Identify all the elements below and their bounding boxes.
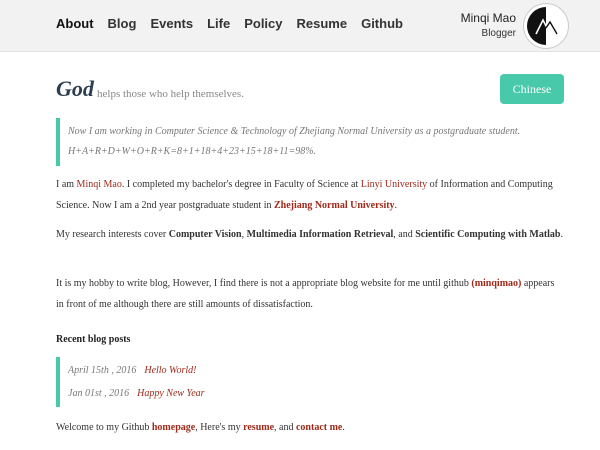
quote-line-1: Now I am working in Computer Science & T… — [68, 126, 521, 137]
research-text: . — [560, 229, 564, 240]
motto-row: God helps those who help themselves. Chi… — [56, 74, 564, 106]
research-matlab: Scientific Computing with Matlab — [415, 229, 561, 240]
profile-text: Minqi Mao Blogger — [461, 10, 516, 42]
intro-quote: Now I am working in Computer Science & T… — [56, 118, 564, 166]
research-paragraph: My research interests cover Computer Vis… — [56, 224, 564, 245]
welcome-line: Welcome to my Github homepage, Here's my… — [56, 417, 564, 438]
list-item: April 15th , 2016 Hello World! — [68, 359, 564, 382]
welcome-text: . — [342, 422, 345, 433]
post-date: April 15th , 2016 — [68, 365, 137, 376]
avatar-logo-icon — [527, 7, 565, 45]
homepage-link[interactable]: homepage — [152, 422, 195, 433]
post-link[interactable]: Happy New Year — [137, 388, 204, 399]
nav-events[interactable]: Events — [150, 16, 193, 31]
profile[interactable]: Minqi Mao Blogger — [461, 4, 568, 48]
welcome-text: , and — [274, 422, 296, 433]
motto-text: helps those who help themselves. — [97, 88, 244, 100]
nav-resume[interactable]: Resume — [297, 16, 348, 31]
bio-text: I am — [56, 179, 77, 190]
contact-link[interactable]: contact me — [296, 422, 342, 433]
research-text: My research interests cover — [56, 229, 169, 240]
recent-posts-list: April 15th , 2016 Hello World! Jan 01st ,… — [56, 357, 564, 407]
bio-text: . I completed my bachelor's degree in Fa… — [121, 179, 361, 190]
hobby-text: It is my hobby to write blog, However, I… — [56, 278, 472, 289]
top-navbar: About Blog Events Life Policy Resume Git… — [0, 0, 600, 52]
bio-paragraph: I am Minqi Mao. I completed my bachelor'… — [56, 174, 564, 216]
post-link[interactable]: Hello World! — [144, 365, 196, 376]
profile-role: Blogger — [481, 28, 516, 39]
chinese-language-button[interactable]: Chinese — [500, 74, 564, 104]
nav-policy[interactable]: Policy — [244, 16, 282, 31]
linyi-university-link[interactable]: Linyi University — [361, 179, 427, 190]
github-minqimao-link[interactable]: (minqimao) — [471, 278, 521, 289]
hobby-paragraph: It is my hobby to write blog, However, I… — [56, 273, 564, 315]
recent-posts-heading: Recent blog posts — [56, 334, 131, 345]
motto-god: God — [56, 76, 94, 101]
research-text: , and — [393, 229, 416, 240]
nav-life[interactable]: Life — [207, 16, 230, 31]
welcome-text: Welcome to my Github — [56, 422, 152, 433]
post-date: Jan 01st , 2016 — [68, 388, 130, 399]
list-item: Jan 01st , 2016 Happy New Year — [68, 382, 564, 405]
nav-about[interactable]: About — [56, 16, 94, 31]
welcome-text: , Here's my — [195, 422, 244, 433]
research-cv: Computer Vision — [168, 229, 242, 240]
main-nav: About Blog Events Life Policy Resume Git… — [56, 16, 403, 31]
zjnu-link[interactable]: Zhejiang Normal University — [274, 200, 395, 211]
resume-link[interactable]: resume — [243, 422, 274, 433]
quote-line-2: H+A+R+D+W+O+R+K=8+1+18+4+23+15+18+11=98%… — [68, 146, 317, 157]
avatar[interactable] — [524, 4, 568, 48]
profile-name: Minqi Mao — [460, 11, 516, 25]
nav-blog[interactable]: Blog — [108, 16, 137, 31]
nav-github[interactable]: Github — [361, 16, 403, 31]
name-link[interactable]: Minqi Mao — [77, 179, 122, 190]
research-mir: Multimedia Information Retrieval — [246, 229, 394, 240]
bio-text: . — [394, 200, 398, 211]
